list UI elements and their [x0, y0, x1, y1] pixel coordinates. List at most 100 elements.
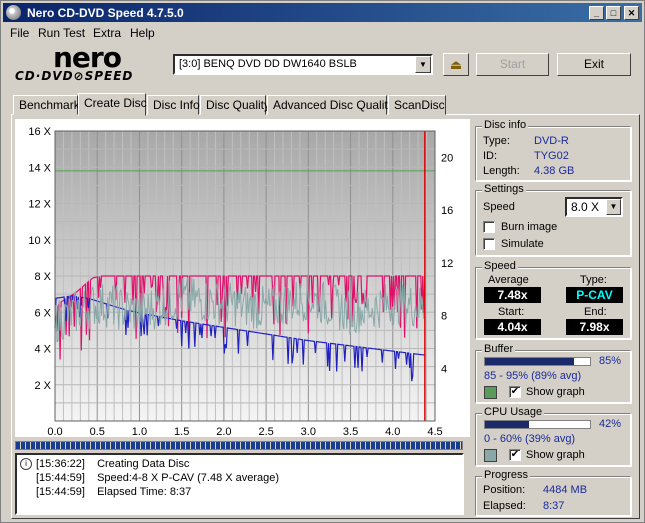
speed-label: Speed — [483, 201, 515, 213]
x-tick-label: 0.5 — [90, 426, 105, 437]
title-bar[interactable]: Nero CD-DVD Speed 4.7.5.0 _ □ ✕ — [3, 3, 642, 22]
x-tick-label: 2.0 — [216, 426, 231, 437]
x-tick-label: 2.5 — [258, 426, 273, 437]
speed-type-value: P-CAV — [566, 287, 623, 303]
menu-run-test[interactable]: Run Test — [38, 26, 85, 40]
tab-scandisc[interactable]: ScanDisc — [388, 95, 446, 115]
tab-disc-quality[interactable]: Disc Quality — [200, 95, 270, 115]
burn-image-label[interactable]: Burn image — [501, 221, 557, 233]
disc-length-label: Length: — [483, 165, 520, 177]
log-panel[interactable]: i [15:36:22] Creating Data Disc [15:44:5… — [15, 453, 464, 515]
chevron-down-icon[interactable]: ▼ — [415, 56, 431, 73]
y-left-tick-label: 6 X — [34, 307, 51, 319]
menu-extra[interactable]: Extra — [93, 26, 121, 40]
average-speed-value: 7.48x — [484, 287, 541, 303]
start-button[interactable]: Start — [476, 53, 549, 76]
y-right-tick-label: 4 — [441, 363, 447, 375]
end-speed-value: 7.98x — [566, 319, 623, 335]
cpu-range: 0 - 60% (39% avg) — [484, 433, 576, 445]
buffer-show-graph-label[interactable]: Show graph — [526, 386, 585, 398]
tab-advanced-disc-quality[interactable]: Advanced Disc Quality — [267, 95, 394, 115]
y-right-tick-label: 20 — [441, 152, 453, 164]
end-label: End: — [584, 306, 607, 318]
x-tick-label: 3.5 — [343, 426, 358, 437]
settings-title: Settings — [482, 183, 526, 195]
write-progress-strip — [15, 441, 463, 450]
tab-disc-info[interactable]: Disc Info — [147, 95, 200, 115]
disc-info-group: Disc info Type: DVD-R ID: TYG02 Length: … — [475, 119, 631, 181]
menu-help[interactable]: Help — [130, 26, 155, 40]
simulate-label[interactable]: Simulate — [501, 238, 544, 250]
speed-select[interactable]: 8.0 X ▼ — [565, 197, 623, 217]
tab-benchmark[interactable]: Benchmark — [13, 95, 80, 115]
buffer-title: Buffer — [482, 343, 516, 355]
log-timestamp: [15:44:59] — [36, 472, 85, 484]
y-left-tick-label: 2 X — [34, 380, 51, 392]
buffer-range: 85 - 95% (89% avg) — [484, 370, 582, 382]
cpu-color-swatch[interactable] — [484, 449, 497, 462]
y-left-tick-label: 12 X — [28, 199, 51, 211]
minimize-button[interactable]: _ — [589, 6, 604, 20]
info-icon: i — [20, 458, 32, 470]
average-label: Average — [488, 274, 529, 286]
y-right-tick-label: 8 — [441, 311, 447, 323]
tab-create-disc[interactable]: Create Disc — [78, 93, 147, 116]
logo-product: CD·DVD⊘SPEED — [15, 69, 134, 83]
log-line: [15:44:59] Speed:4-8 X P-CAV (7.48 X ave… — [36, 472, 279, 484]
cpu-meter — [484, 420, 591, 429]
nero-logo: nero CD·DVD⊘SPEED — [13, 41, 163, 85]
x-tick-label: 1.5 — [174, 426, 189, 437]
cpu-meter-fill — [485, 421, 530, 428]
drive-select-value: [3:0] BENQ DVD DD DW1640 BSLB — [179, 58, 357, 70]
chevron-down-icon[interactable]: ▼ — [606, 199, 621, 215]
speed-chart-svg: 2 X 4 X 6 X 8 X 10 X 12 X 14 X 16 X 4 8 12 16 20 0.0 0… — [28, 126, 453, 437]
speed-chart: 2 X 4 X 6 X 8 X 10 X 12 X 14 X 16 X 4 8 12 16 20 0.0 0… — [15, 119, 470, 437]
y-left-tick-label: 8 X — [34, 271, 51, 283]
cpu-show-graph-label[interactable]: Show graph — [526, 449, 585, 461]
eject-button[interactable]: ⏏ — [443, 53, 469, 76]
window-title: Nero CD-DVD Speed 4.7.5.0 — [27, 6, 184, 20]
exit-button[interactable]: Exit — [557, 53, 631, 76]
disc-info-title: Disc info — [482, 119, 529, 131]
disc-id-label: ID: — [483, 150, 498, 162]
x-tick-label: 4.5 — [427, 426, 442, 437]
start-label: Start: — [498, 306, 525, 318]
buffer-meter — [484, 357, 591, 366]
main-window: Nero CD-DVD Speed 4.7.5.0 _ □ ✕ File Run… — [0, 0, 645, 523]
start-speed-value: 4.04x — [484, 319, 541, 335]
log-timestamp: [15:36:22] — [36, 458, 85, 470]
settings-group: Settings Speed 8.0 X ▼ Burn image Simula… — [475, 183, 631, 256]
y-left-tick-label: 10 X — [28, 235, 51, 247]
burn-image-checkbox[interactable] — [483, 221, 495, 233]
close-button[interactable]: ✕ — [624, 6, 639, 20]
speed-select-value: 8.0 X — [571, 200, 600, 214]
log-text: Speed:4-8 X P-CAV (7.48 X average) — [97, 472, 280, 484]
maximize-button[interactable]: □ — [606, 6, 621, 20]
eject-icon: ⏏ — [449, 57, 463, 72]
type-label: Type: — [580, 274, 607, 286]
position-value: 4484 MB — [543, 484, 588, 496]
log-line: [15:44:59] Elapsed Time: 8:37 — [36, 486, 191, 498]
buffer-show-graph-checkbox[interactable]: ✔ — [509, 386, 521, 398]
disc-id-value: TYG02 — [534, 150, 569, 162]
speed-title: Speed — [482, 260, 518, 272]
speed-group: Speed Average Type: 7.48x P-CAV Start: E… — [475, 260, 631, 339]
x-tick-label: 1.0 — [132, 426, 147, 437]
x-tick-label: 4.0 — [385, 426, 400, 437]
menu-bar: File Run Test Extra Help — [3, 23, 642, 42]
cpu-percent: 42% — [599, 418, 622, 430]
y-left-tick-label: 14 X — [28, 162, 51, 174]
cpu-show-graph-checkbox[interactable]: ✔ — [509, 449, 521, 461]
buffer-percent: 85% — [599, 355, 622, 367]
y-right-tick-label: 16 — [441, 205, 453, 217]
menu-file[interactable]: File — [10, 26, 29, 40]
drive-select[interactable]: [3:0] BENQ DVD DD DW1640 BSLB ▼ — [173, 54, 433, 75]
buffer-color-swatch[interactable] — [484, 386, 497, 399]
disc-type-value: DVD-R — [534, 135, 569, 147]
log-text: Elapsed Time: 8:37 — [97, 486, 192, 498]
log-timestamp: [15:44:59] — [36, 486, 85, 498]
elapsed-label: Elapsed: — [483, 500, 526, 512]
y-left-tick-label: 16 X — [28, 126, 51, 138]
simulate-checkbox[interactable] — [483, 238, 495, 250]
progress-group: Progress Position: 4484 MB Elapsed: 8:37 — [475, 469, 631, 516]
